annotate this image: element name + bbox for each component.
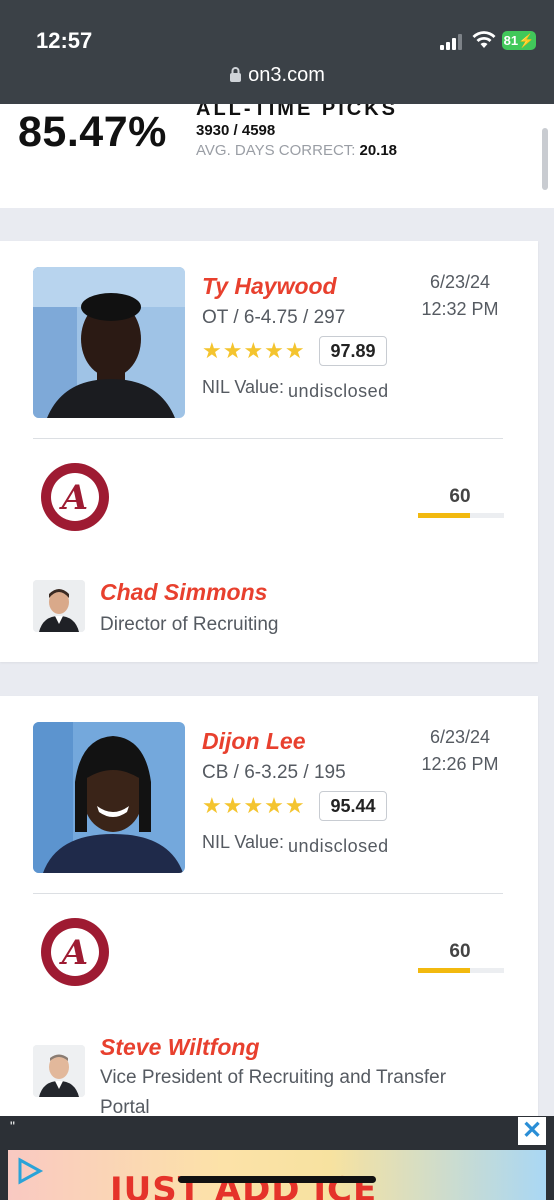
- svg-text:A: A: [59, 478, 88, 518]
- page-content: 85.47% ALL-TIME PICKS 3930 / 4598 AVG. D…: [0, 104, 554, 1116]
- confidence-bar-fill: [418, 513, 470, 518]
- expert-avatar[interactable]: [33, 580, 85, 632]
- prediction-datetime: 6/23/24 12:32 PM: [400, 269, 520, 323]
- prediction-datetime: 6/23/24 12:26 PM: [400, 724, 520, 778]
- accuracy-percent: 85.47%: [18, 108, 167, 156]
- ad-headline: JUST ADD ICE: [110, 1170, 378, 1200]
- avg-days-correct: AVG. DAYS CORRECT: 20.18: [196, 142, 398, 159]
- svg-text:A: A: [59, 933, 88, 973]
- player-position-measurables: OT / 6-4.75 / 297: [202, 307, 346, 328]
- prediction-date: 6/23/24: [429, 272, 491, 292]
- picks-count: 3930 / 4598: [196, 122, 276, 139]
- battery-indicator: 81⚡: [502, 31, 536, 50]
- ad-play-icon: [18, 1157, 44, 1185]
- confidence-bar: [418, 513, 504, 518]
- nil-value: NIL Value: undisclosed: [202, 832, 389, 856]
- ad-banner[interactable]: " ✕ JUST ADD ICE: [0, 1116, 554, 1200]
- status-time: 12:57: [36, 28, 93, 53]
- cellular-signal-icon: [440, 34, 462, 50]
- stats-header: 85.47% ALL-TIME PICKS 3930 / 4598 AVG. D…: [0, 104, 554, 208]
- expert-name[interactable]: Chad Simmons: [100, 579, 267, 606]
- school-prediction-score: 60: [449, 941, 471, 962]
- prediction-card: Dijon Lee CB / 6-3.25 / 195 ★★★★★ 95.44 …: [0, 696, 538, 1116]
- alabama-crimson-tide-logo-icon[interactable]: A: [40, 917, 110, 987]
- address-bar[interactable]: on3.com: [0, 64, 554, 87]
- nil-value: NIL Value: undisclosed: [202, 377, 389, 401]
- expert-title: Director of Recruiting: [100, 614, 279, 635]
- player-photo[interactable]: [33, 267, 185, 418]
- player-rating: 95.44: [319, 791, 387, 821]
- prediction-time: 12:26 PM: [421, 754, 499, 774]
- star-rating: ★★★★★: [202, 338, 306, 363]
- prediction-date: 6/23/24: [429, 727, 491, 747]
- prediction-card: Ty Haywood OT / 6-4.75 / 297 ★★★★★ 97.89…: [0, 241, 538, 662]
- player-position-measurables: CB / 6-3.25 / 195: [202, 762, 346, 783]
- ad-close-button[interactable]: ✕: [518, 1117, 546, 1145]
- divider: [33, 893, 503, 894]
- expert-name[interactable]: Steve Wiltfong: [100, 1034, 260, 1061]
- expert-title: Vice President of Recruiting and Transfe…: [100, 1067, 447, 1116]
- home-indicator[interactable]: [178, 1176, 376, 1183]
- player-rating: 97.89: [319, 336, 387, 366]
- all-time-picks-title: ALL-TIME PICKS: [196, 104, 398, 120]
- player-photo[interactable]: [33, 722, 185, 873]
- scrollbar-thumb[interactable]: [542, 128, 548, 190]
- url-text: on3.com: [248, 64, 325, 86]
- expert-avatar[interactable]: [33, 1045, 85, 1097]
- ad-quote-mark: ": [10, 1118, 15, 1134]
- browser-chrome: 12:57 81⚡ on3.com: [0, 0, 554, 104]
- player-name[interactable]: Dijon Lee: [202, 728, 306, 755]
- star-rating: ★★★★★: [202, 793, 306, 818]
- divider: [33, 438, 503, 439]
- confidence-bar: [418, 968, 504, 973]
- wifi-icon: [472, 31, 496, 48]
- prediction-time: 12:32 PM: [421, 299, 499, 319]
- player-name[interactable]: Ty Haywood: [202, 273, 337, 300]
- school-prediction-score: 60: [449, 486, 471, 507]
- alabama-crimson-tide-logo-icon[interactable]: A: [40, 462, 110, 532]
- lock-icon: [230, 67, 242, 82]
- ad-image[interactable]: JUST ADD ICE: [8, 1150, 546, 1200]
- confidence-bar-fill: [418, 968, 470, 973]
